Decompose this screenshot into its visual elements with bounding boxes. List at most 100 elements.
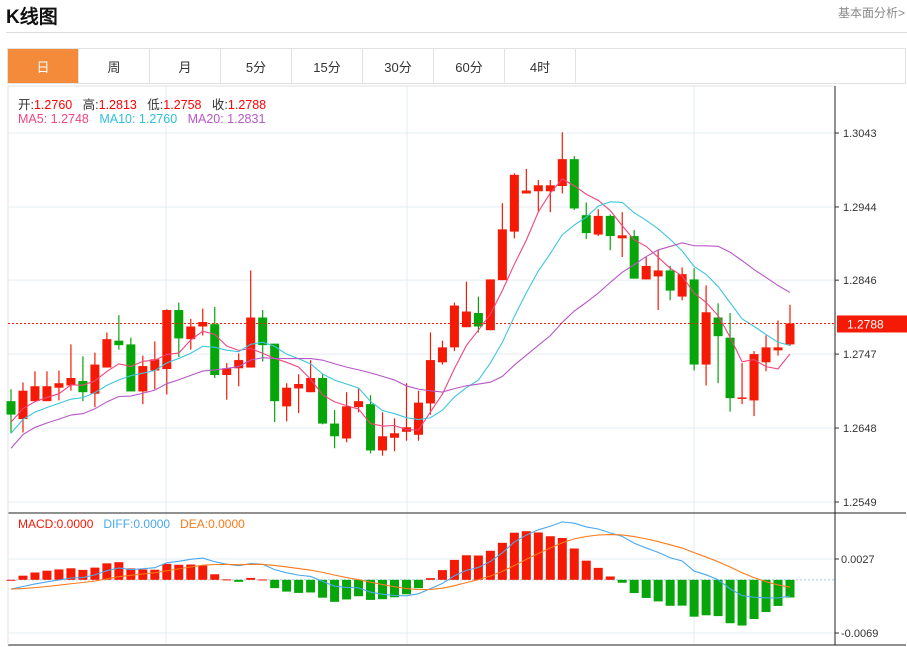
- candle-down: [725, 337, 735, 399]
- macd-bar: [521, 531, 531, 580]
- macd-bar: [378, 579, 388, 600]
- macd-bar: [425, 578, 435, 580]
- macd-bar: [593, 567, 603, 580]
- candle-up: [521, 190, 531, 194]
- candle-up: [617, 235, 627, 239]
- price-tick-label: 1.2846: [843, 275, 877, 287]
- candle-down: [665, 270, 675, 291]
- candle-down: [114, 340, 124, 346]
- low-label: 低:: [147, 98, 164, 112]
- candle-up: [390, 433, 400, 438]
- candle-up: [653, 270, 663, 277]
- open-value: 1.2760: [33, 98, 73, 112]
- ma20-legend: MA20: 1.2831: [187, 112, 266, 126]
- macd-tick-label: -0.0069: [841, 628, 878, 640]
- macd-bar: [174, 564, 184, 580]
- candle-up: [785, 323, 795, 345]
- candle-up: [306, 378, 316, 393]
- candle-down: [605, 215, 615, 237]
- open-label: 开:: [18, 98, 34, 112]
- macd-bar: [665, 579, 675, 606]
- macd-bar: [42, 570, 52, 580]
- candle-down: [366, 404, 376, 451]
- high-value: 1.2813: [98, 98, 137, 112]
- macd-bar: [677, 579, 687, 606]
- macd-bar: [449, 559, 459, 580]
- ma-legend: MA5: 1.2748 MA10: 1.2760 MA20: 1.2831: [18, 112, 265, 126]
- candle-down: [174, 310, 184, 339]
- macd-bar: [234, 579, 244, 582]
- candle-up: [282, 387, 292, 407]
- macd-bar: [761, 579, 771, 613]
- candle-down: [270, 343, 280, 402]
- ohlc-readout: 开:1.2760 高:1.2813 低:1.2758 收:1.2788: [18, 94, 266, 113]
- close-label: 收:: [211, 98, 228, 112]
- candle-up: [593, 215, 603, 235]
- macd-legend: MACD:0.0000 DIFF:0.0000 DEA:0.0000: [18, 517, 245, 531]
- candle-up: [18, 390, 28, 420]
- price-tick-label: 1.2648: [843, 423, 877, 435]
- macd-bar: [629, 579, 639, 594]
- macd-bar: [701, 579, 711, 616]
- last-price-label: 1.2788: [847, 317, 884, 331]
- macd-bar: [246, 577, 256, 580]
- macd-bar: [294, 579, 304, 593]
- candle-up: [449, 305, 459, 348]
- macd-bar: [605, 576, 615, 580]
- candle-up: [102, 339, 112, 368]
- macd-bar: [785, 579, 795, 598]
- macd-bar: [258, 579, 268, 581]
- ma5-line: [10, 178, 791, 431]
- ma5-legend: MA5: 1.2748: [18, 112, 89, 126]
- candle-up: [30, 386, 40, 402]
- candle-down: [330, 423, 340, 437]
- macd-bar: [749, 579, 759, 620]
- candle-down: [318, 378, 328, 424]
- candle-up: [378, 436, 388, 451]
- macd-bar: [413, 579, 423, 589]
- macd-bar: [461, 555, 471, 580]
- close-value: 1.2788: [227, 98, 267, 112]
- candle-down: [210, 324, 220, 376]
- macd-bar: [342, 579, 352, 600]
- candle-up: [162, 310, 172, 370]
- candle-down: [78, 380, 88, 393]
- ma10-line: [10, 201, 791, 434]
- candle-up: [425, 360, 435, 404]
- macd-bar: [30, 572, 40, 580]
- candle-up: [701, 312, 711, 365]
- candle-up: [485, 279, 495, 331]
- macd-bar: [569, 548, 579, 580]
- candle-up: [509, 174, 519, 232]
- macd-bar: [533, 532, 543, 580]
- macd-bar: [282, 579, 292, 592]
- price-tick-label: 1.2549: [843, 497, 877, 509]
- macd-bar: [713, 579, 723, 617]
- candle-down: [473, 313, 483, 327]
- candle-up: [677, 274, 687, 297]
- macd-bar: [330, 579, 340, 602]
- macd-bar: [150, 569, 160, 580]
- candle-up: [497, 229, 507, 281]
- low-value: 1.2758: [163, 98, 202, 112]
- macd-bar: [617, 579, 627, 583]
- candle-up: [54, 383, 64, 388]
- macd-tick-label: 0.0027: [841, 554, 875, 566]
- macd-bar: [306, 579, 316, 593]
- candle-up: [773, 347, 783, 351]
- macd-bar: [737, 579, 747, 626]
- macd-bar: [437, 570, 447, 580]
- diff-value: DIFF:0.0000: [103, 517, 171, 531]
- price-tick-label: 1.2944: [843, 202, 877, 214]
- candle-up: [342, 406, 352, 439]
- candle-up: [533, 185, 543, 192]
- macd-bar: [581, 560, 591, 580]
- macd-bar: [545, 536, 555, 580]
- macd-bar: [401, 579, 411, 595]
- candle-up: [90, 364, 100, 394]
- macd-bar: [54, 569, 64, 580]
- macd-bar: [222, 579, 232, 581]
- candle-down: [689, 279, 699, 365]
- candle-up: [294, 383, 304, 389]
- candle-down: [581, 215, 591, 234]
